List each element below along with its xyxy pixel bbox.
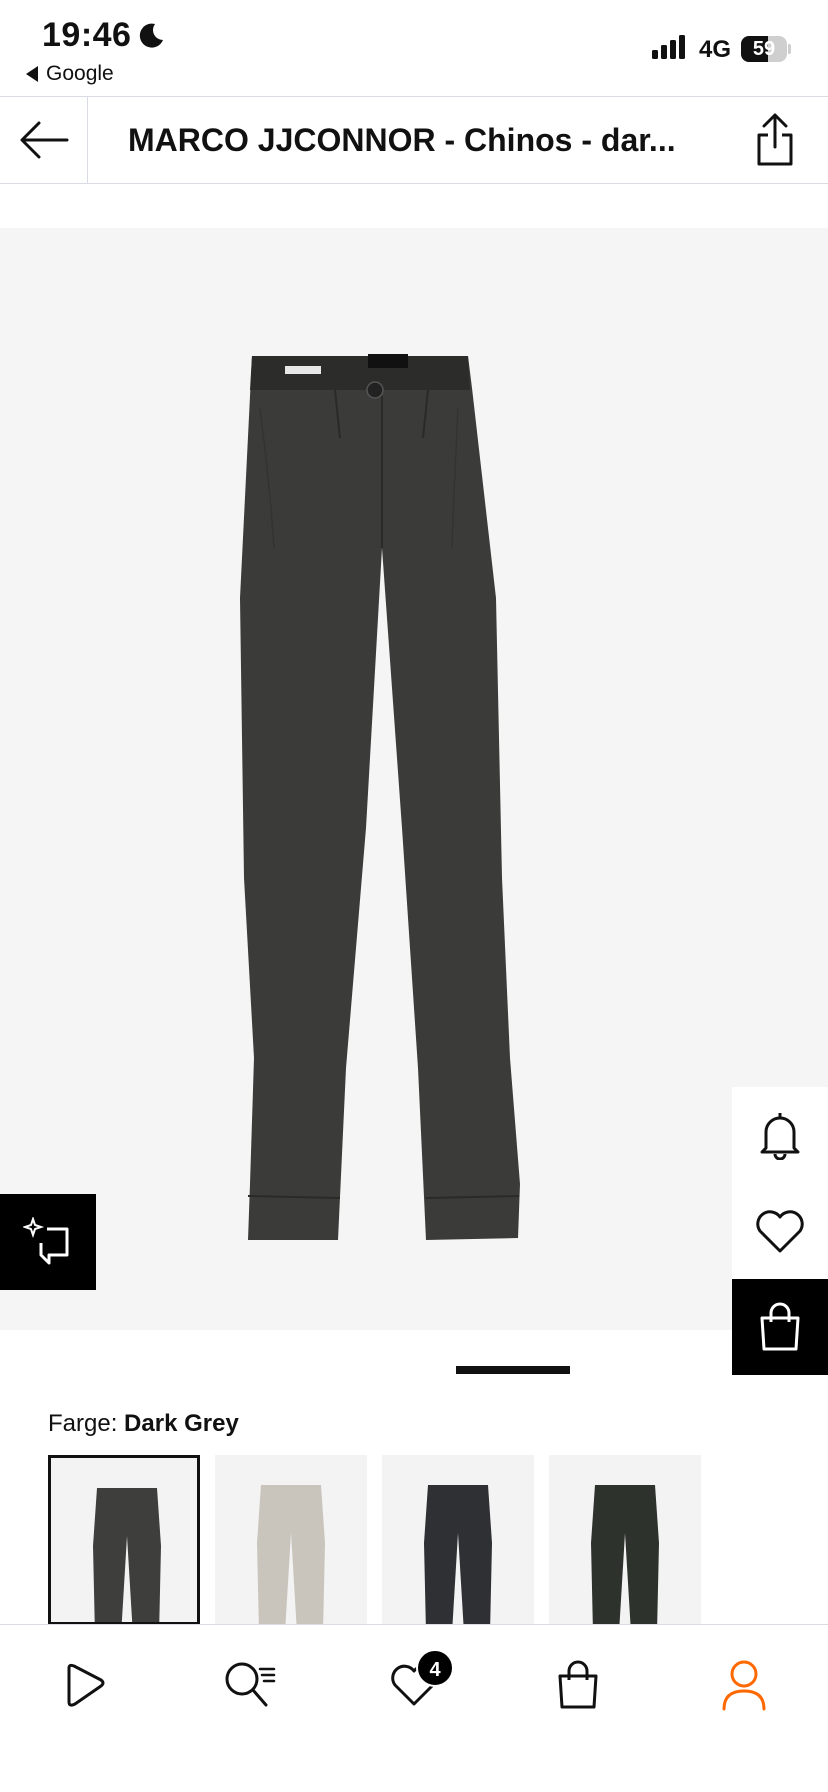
product-header: MARCO JJCONNOR - Chinos - dar... — [0, 96, 828, 184]
bag-icon — [760, 1302, 800, 1351]
heart-icon — [756, 1210, 804, 1253]
color-swatch[interactable] — [48, 1455, 200, 1625]
back-button[interactable] — [0, 97, 88, 183]
nav-wishlist[interactable]: 4 — [378, 1649, 454, 1721]
add-to-bag-button[interactable] — [732, 1279, 828, 1375]
moon-icon — [139, 23, 163, 48]
network-type: 4G — [699, 36, 732, 63]
nav-profile[interactable] — [708, 1649, 780, 1721]
trousers-thumbnail — [93, 1488, 161, 1622]
color-value: Dark Grey — [124, 1410, 239, 1437]
color-label: Farge: Dark Grey — [48, 1410, 239, 1438]
color-swatch[interactable] — [549, 1455, 701, 1625]
battery-level: 59 — [752, 38, 776, 60]
page-title: MARCO JJCONNOR - Chinos - dar... — [128, 122, 676, 158]
battery-indicator: 59 — [741, 36, 791, 62]
trousers-image — [240, 354, 520, 1240]
color-label-prefix: Farge: — [48, 1410, 118, 1437]
share-icon — [757, 113, 793, 166]
home-icon — [67, 1663, 105, 1707]
product-page: 19:46 Google 4G 59 MARCO JJCONNOR - Chin… — [0, 0, 828, 1792]
trousers-thumbnail — [257, 1485, 325, 1625]
bell-icon — [760, 1113, 800, 1160]
back-app-label: Google — [46, 62, 114, 85]
gallery-page-indicator — [456, 1366, 570, 1374]
status-time: 19:46 — [42, 16, 132, 54]
product-image-gallery[interactable] — [0, 228, 828, 1330]
notify-button[interactable] — [732, 1087, 828, 1183]
color-swatch[interactable] — [215, 1455, 367, 1625]
ar-try-on-button[interactable] — [0, 1194, 96, 1290]
arrow-left-icon — [20, 121, 68, 159]
shopping-bag-icon — [558, 1660, 598, 1709]
signal-icon — [652, 35, 685, 59]
nav-home[interactable] — [48, 1649, 120, 1721]
add-to-wishlist-button[interactable] — [732, 1183, 828, 1279]
nav-bag[interactable] — [542, 1649, 614, 1721]
wishlist-count-badge: 4 — [416, 1649, 454, 1687]
status-bar: 19:46 Google 4G 59 — [0, 0, 828, 96]
trousers-thumbnail — [591, 1485, 659, 1625]
search-icon — [225, 1662, 276, 1707]
bottom-nav: 4 — [0, 1624, 828, 1792]
nav-search[interactable] — [214, 1649, 286, 1721]
trousers-thumbnail — [424, 1485, 492, 1625]
back-to-app-link[interactable]: Google — [26, 62, 114, 86]
share-button[interactable] — [740, 107, 810, 173]
color-swatch[interactable] — [382, 1455, 534, 1625]
back-triangle-icon — [26, 66, 38, 82]
profile-icon — [722, 1660, 766, 1711]
ar-sparkle-icon — [23, 1217, 69, 1265]
color-swatches — [48, 1455, 828, 1625]
product-actions — [732, 1087, 828, 1375]
